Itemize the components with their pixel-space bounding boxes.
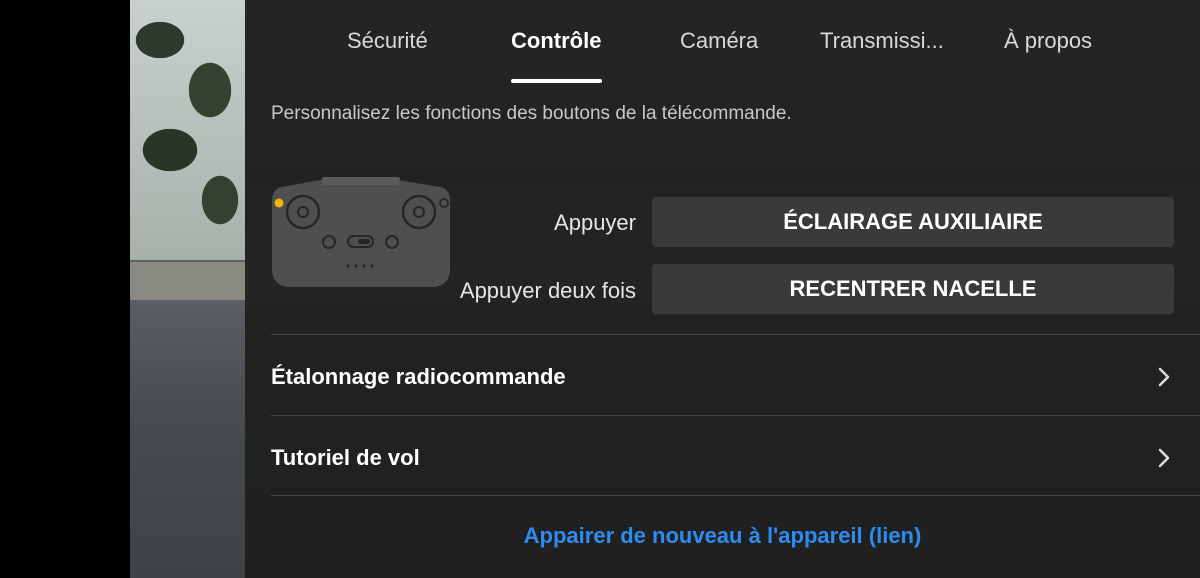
flight-tutorial-label: Tutoriel de vol — [271, 445, 420, 470]
relink-aircraft-link[interactable]: Appairer de nouveau à l'appareil (lien) — [245, 523, 1200, 549]
divider — [271, 495, 1200, 496]
tab-bar: Sécurité Contrôle Caméra Transmissi... À… — [245, 0, 1200, 84]
tab-a-propos[interactable]: À propos — [1004, 28, 1092, 54]
tree-scene — [130, 0, 245, 260]
divider — [271, 334, 1200, 335]
flight-tutorial-row[interactable]: Tutoriel de vol — [271, 428, 1174, 488]
press-label: Appuyer — [554, 210, 636, 235]
indicator-dot — [274, 198, 284, 208]
tab-controle[interactable]: Contrôle — [511, 28, 601, 54]
settings-panel: Sécurité Contrôle Caméra Transmissi... À… — [245, 0, 1200, 578]
left-black-bar — [0, 0, 130, 578]
divider — [271, 415, 1200, 416]
chevron-right-icon — [1158, 448, 1170, 468]
control-subtitle: Personnalisez les fonctions des boutons … — [271, 103, 792, 124]
chevron-right-icon — [1158, 367, 1170, 387]
tab-camera[interactable]: Caméra — [680, 28, 758, 54]
tab-securite[interactable]: Sécurité — [347, 28, 428, 54]
tab-transmission[interactable]: Transmissi... — [820, 28, 944, 54]
rc-calibration-label: Étalonnage radiocommande — [271, 364, 566, 389]
rc-calibration-row[interactable]: Étalonnage radiocommande — [271, 347, 1174, 407]
double-press-label: Appuyer deux fois — [459, 278, 636, 303]
press-action-button[interactable]: ÉCLAIRAGE AUXILIAIRE — [652, 197, 1174, 247]
double-press-action-button[interactable]: RECENTRER NACELLE — [652, 264, 1174, 314]
car-roof-scene — [130, 300, 245, 578]
remote-controller-icon — [272, 177, 450, 287]
active-tab-indicator — [511, 79, 602, 83]
